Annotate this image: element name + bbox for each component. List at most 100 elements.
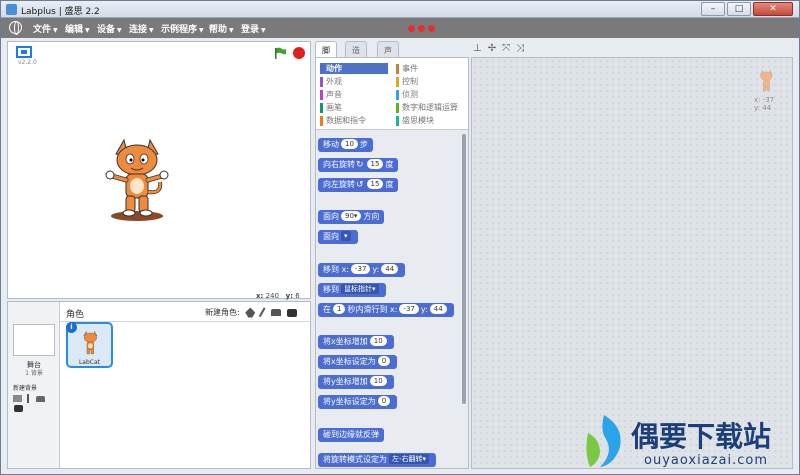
paint-sprite-icon[interactable] [258, 306, 268, 319]
category-motion[interactable]: 动作 [320, 63, 388, 74]
stage-panel: v2.2.0 x: 240 y: 6 [7, 41, 311, 300]
block-change-x[interactable]: 将x坐标增加 10 [318, 335, 394, 349]
block-change-y[interactable]: 将y坐标增加 10 [318, 375, 394, 389]
glide-x-input[interactable]: -37 [399, 304, 419, 314]
category-looks[interactable]: 外观 [320, 76, 342, 87]
new-sprite-label: 新建角色: [205, 308, 240, 317]
category-sensing[interactable]: 侦测 [396, 89, 418, 100]
stop-icon[interactable] [293, 47, 305, 59]
new-sprite-toolbar: 新建角色: [205, 306, 297, 319]
camera-sprite-icon[interactable] [286, 308, 297, 317]
grow-icon[interactable]: ⤧ [502, 43, 516, 54]
cursor-tools: ⊥✢⤧⤨ [473, 43, 530, 54]
menu-device[interactable]: 设备 ▼ [97, 22, 122, 35]
block-point-direction[interactable]: 面向 90▾ 方向 [318, 210, 385, 224]
minimize-button[interactable]: – [701, 2, 725, 16]
stage-canvas[interactable] [8, 64, 310, 290]
tab-costumes[interactable]: 造型 [345, 41, 367, 66]
category-sound[interactable]: 声音 [320, 89, 342, 100]
download-logo-icon [586, 415, 621, 467]
palette-scrollbar[interactable] [462, 134, 466, 404]
paint-backdrop-icon[interactable] [13, 395, 22, 402]
new-backdrop-icons [13, 394, 59, 414]
glide-y-input[interactable]: 44 [429, 304, 447, 314]
menu-file[interactable]: 文件 ▼ [33, 22, 58, 35]
cat-sprite[interactable] [104, 132, 174, 222]
menu-connect[interactable]: 连接 ▼ [129, 22, 154, 35]
maximize-button[interactable]: □ [727, 2, 751, 16]
block-glide[interactable]: 在 1 秒内滑行到 x: -37 y: 44 [318, 303, 454, 317]
block-rotation-style[interactable]: 将旋转模式设定为 左-右翻转▾ [318, 453, 437, 467]
block-turn-right[interactable]: 向右旋转↻ 15 度 [318, 158, 399, 172]
fullscreen-icon[interactable] [16, 46, 32, 58]
sprites-header: 角色 新建角色: [60, 302, 310, 322]
green-flag-icon[interactable] [274, 47, 286, 59]
close-button[interactable]: ✕ [753, 2, 793, 16]
move-steps-input[interactable]: 10 [341, 139, 358, 149]
sprite-card[interactable]: i LabCat [66, 322, 113, 368]
block-move[interactable]: 移动 10 步 [318, 138, 373, 152]
point-towards-dropdown[interactable]: ▾ [341, 231, 351, 241]
goto-y-input[interactable]: 44 [381, 264, 399, 274]
stage-thumbnail[interactable] [13, 324, 55, 356]
goto-x-input[interactable]: -37 [350, 264, 371, 274]
category-events[interactable]: 事件 [396, 63, 418, 74]
menu-examples[interactable]: 示例程序 ▼ [161, 22, 204, 35]
block-list: 移动 10 步 向右旋转↻ 15 度 向左旋转↺ 15 度 面向 90▾ 方向 面向 ▾ 移到 x… [316, 130, 468, 468]
app-icon [6, 4, 17, 15]
rotation-style-dropdown[interactable]: 左-右翻转▾ [389, 454, 430, 464]
upload-backdrop-icon[interactable] [35, 395, 45, 402]
menu-help[interactable]: 帮助 ▼ [209, 22, 234, 35]
turn-left-degrees[interactable]: 15 [366, 179, 384, 189]
block-bounce[interactable]: 碰到边缘就反弹 [318, 428, 384, 442]
stage-toolbar: v2.2.0 [8, 42, 310, 66]
current-sprite-coords: x: -37 y: 44 [754, 96, 775, 112]
set-x-input[interactable]: 0 [377, 356, 391, 366]
watermark-url: ouyaoxiazai.com [644, 453, 768, 468]
brush-backdrop-icon[interactable] [26, 394, 31, 403]
category-control[interactable]: 控制 [396, 76, 418, 87]
sprite-pane: 舞台 1 背景 新建背景 角色 新建角色: i LabCat [7, 301, 311, 469]
direction-input[interactable]: 90▾ [341, 211, 362, 221]
shrink-icon[interactable]: ⤨ [516, 43, 530, 54]
tab-sounds[interactable]: 声音 [377, 41, 399, 66]
globe-icon[interactable] [9, 21, 22, 35]
change-x-input[interactable]: 10 [369, 336, 387, 346]
sprite-library-icon[interactable] [245, 307, 256, 318]
watermark-text: 偶要下载站 [631, 420, 772, 453]
cut-icon[interactable]: ✢ [488, 43, 502, 54]
script-area[interactable]: x: -37 y: 44 [471, 57, 793, 469]
block-point-towards[interactable]: 面向 ▾ [318, 230, 358, 244]
sprite-thumbnail [83, 330, 98, 355]
block-set-x[interactable]: 将x坐标设定为 0 [318, 355, 398, 369]
rotate-left-icon: ↺ [356, 180, 364, 190]
category-pen[interactable]: 画笔 [320, 102, 342, 113]
block-set-y[interactable]: 将y坐标设定为 0 [318, 395, 398, 409]
block-goto-xy[interactable]: 移到 x: -37 y: 44 [318, 263, 406, 277]
set-y-input[interactable]: 0 [377, 396, 391, 406]
info-icon[interactable]: i [66, 322, 77, 333]
block-turn-left[interactable]: 向左旋转↺ 15 度 [318, 178, 399, 192]
camera-backdrop-icon[interactable] [14, 405, 23, 412]
goto-target-dropdown[interactable]: 鼠标指针▾ [341, 284, 379, 294]
sprite-name: LabCat [78, 359, 101, 366]
category-labplus[interactable]: 盛思模块 [396, 115, 434, 126]
turn-right-degrees[interactable]: 15 [366, 159, 384, 169]
watermark-logo: 偶要下载站 ouyaoxiazai.com [576, 413, 796, 473]
stamp-icon[interactable]: ⊥ [473, 43, 488, 54]
change-y-input[interactable]: 10 [369, 376, 387, 386]
menu-edit[interactable]: 编辑 ▼ [65, 22, 90, 35]
glide-seconds-input[interactable]: 1 [333, 304, 346, 314]
backdrop-count: 1 背景 [25, 370, 43, 377]
rotate-right-icon: ↻ [356, 160, 364, 170]
category-data[interactable]: 数据和指令 [320, 115, 366, 126]
category-operators[interactable]: 数字和逻辑运算 [396, 102, 458, 113]
upload-sprite-icon[interactable] [271, 309, 282, 316]
window-title: Labplus | 盛思 2.2 [21, 7, 100, 17]
tab-scripts[interactable]: 脚本 [315, 41, 337, 66]
menu-login[interactable]: 登录 ▼ [241, 22, 266, 35]
app-window: Labplus | 盛思 2.2 – □ ✕ 文件 ▼ 编辑 ▼ 设备 ▼ 连接 ▼ 示… [0, 0, 800, 475]
sprites-title: 角色 [66, 310, 85, 320]
connection-status-dots [408, 25, 438, 35]
block-goto[interactable]: 移到 鼠标指针▾ [318, 283, 386, 297]
